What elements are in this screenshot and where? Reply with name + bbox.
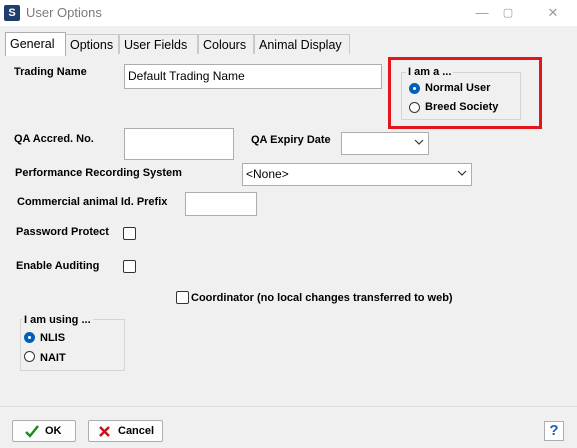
breed-society-radio[interactable] (409, 102, 420, 113)
minimize-button[interactable]: — (471, 3, 493, 23)
coordinator-label[interactable]: Coordinator (no local changes transferre… (191, 292, 453, 304)
normal-user-label[interactable]: Normal User (425, 82, 490, 94)
qa-accred-input[interactable] (124, 128, 234, 160)
nait-radio[interactable] (24, 351, 35, 362)
password-protect-checkbox[interactable] (123, 227, 136, 240)
checkmark-icon (25, 425, 39, 438)
nlis-label[interactable]: NLIS (40, 332, 65, 344)
ok-button[interactable]: OK (12, 420, 76, 442)
maximize-button[interactable]: ▢ (497, 3, 519, 23)
normal-user-radio[interactable] (409, 83, 420, 94)
enable-auditing-checkbox[interactable] (123, 260, 136, 273)
window-title: User Options (26, 5, 102, 20)
breed-society-label[interactable]: Breed Society (425, 101, 498, 113)
qa-accred-label: QA Accred. No. (14, 133, 94, 145)
cancel-x-icon (99, 426, 110, 437)
performance-recording-value: <None> (246, 167, 289, 181)
commercial-prefix-input[interactable] (185, 192, 257, 216)
qa-expiry-date-picker[interactable] (341, 132, 429, 155)
help-icon[interactable]: ? (544, 421, 564, 441)
ok-label: OK (45, 425, 62, 437)
tab-colours[interactable]: Colours (198, 34, 254, 54)
tab-options[interactable]: Options (65, 34, 119, 54)
i-am-a-title: I am a ... (406, 66, 454, 78)
footer-separator (0, 406, 577, 407)
commercial-prefix-label: Commercial animal Id. Prefix (17, 196, 168, 208)
cancel-label: Cancel (118, 425, 155, 437)
tab-general[interactable]: General (5, 32, 66, 56)
nait-label[interactable]: NAIT (40, 352, 66, 364)
trading-name-value: Default Trading Name (128, 69, 245, 83)
tab-user-fields[interactable]: User Fields (119, 34, 198, 54)
password-protect-label: Password Protect (16, 226, 109, 238)
nlis-radio[interactable] (24, 332, 35, 343)
chevron-down-icon (457, 170, 467, 176)
i-am-using-title: I am using ... (22, 314, 93, 326)
qa-expiry-label: QA Expiry Date (251, 134, 331, 146)
close-button[interactable]: ✕ (542, 3, 564, 23)
performance-recording-select[interactable]: <None> (242, 163, 472, 186)
trading-name-label: Trading Name (14, 66, 87, 78)
enable-auditing-label: Enable Auditing (16, 260, 100, 272)
trading-name-input[interactable]: Default Trading Name (124, 64, 382, 89)
chevron-down-icon (414, 139, 424, 145)
app-icon: S (4, 5, 20, 21)
tab-animal-display[interactable]: Animal Display (254, 34, 350, 54)
coordinator-checkbox[interactable] (176, 291, 189, 304)
i-am-using-group (20, 319, 125, 371)
cancel-button[interactable]: Cancel (88, 420, 163, 442)
performance-recording-label: Performance Recording System (15, 167, 182, 179)
